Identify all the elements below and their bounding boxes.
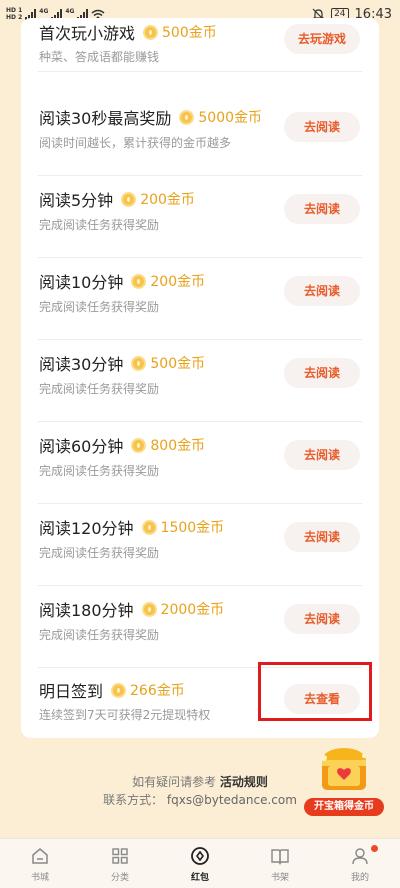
task-desc: 完成阅读任务获得奖励 <box>39 218 160 232</box>
task-title-row: 明日签到 266金币 <box>39 678 185 702</box>
task-title-row: 阅读120分钟 1500金币 <box>39 515 224 539</box>
task-desc: 阅读时间越长，累计获得的金币越多 <box>39 136 232 150</box>
task-desc: 完成阅读任务获得奖励 <box>39 628 160 642</box>
task-row: 阅读30秒最高奖励 5000金币 阅读时间越长，累计获得的金币越多 去阅读 <box>21 94 379 176</box>
nav-label: 我的 <box>350 873 369 883</box>
help-prefix: 如有疑问请参考 <box>132 775 217 789</box>
nav-category[interactable]: 分类 <box>80 839 160 888</box>
task-row: 首次玩小游戏 500金币 种菜、答成语都能赚钱 去玩游戏 <box>21 18 379 94</box>
task-reward: 200金币 <box>140 192 195 208</box>
read-button[interactable]: 去阅读 <box>284 112 360 142</box>
task-desc: 完成阅读任务获得奖励 <box>39 300 160 314</box>
read-button[interactable]: 去阅读 <box>284 194 360 224</box>
book-icon <box>271 849 289 865</box>
task-desc: 完成阅读任务获得奖励 <box>39 382 160 396</box>
task-title-row: 阅读60分钟 800金币 <box>39 433 205 457</box>
nav-label: 书城 <box>30 873 49 883</box>
task-reward: 800金币 <box>150 438 206 454</box>
nav-redpacket[interactable]: 红包 <box>160 839 240 888</box>
task-title-row: 阅读10分钟 200金币 <box>39 269 205 293</box>
task-title-row: 阅读30分钟 500金币 <box>39 351 205 375</box>
highlight-box <box>258 662 372 721</box>
coin-icon <box>191 847 209 865</box>
task-row: 阅读30分钟 500金币 完成阅读任务获得奖励 去阅读 <box>21 340 379 422</box>
nav-bookshelf[interactable]: 书架 <box>240 839 320 888</box>
coin-icon <box>131 355 147 371</box>
read-button[interactable]: 去阅读 <box>284 522 360 552</box>
notification-dot <box>371 845 378 852</box>
coin-icon <box>131 437 147 453</box>
task-title: 首次玩小游戏 <box>39 24 136 43</box>
coin-icon <box>121 191 137 207</box>
contact-prefix: 联系方式： <box>103 793 164 807</box>
coin-icon <box>131 273 147 289</box>
task-title: 阅读120分钟 <box>39 519 134 538</box>
task-title-row: 阅读5分钟 200金币 <box>39 187 195 211</box>
grid-icon <box>112 848 128 864</box>
task-title-row: 阅读30秒最高奖励 5000金币 <box>39 105 262 129</box>
sim-labels: HD 1 HD 2 <box>6 7 22 21</box>
nav-bookstore[interactable]: 书城 <box>0 839 80 888</box>
task-reward: 200金币 <box>150 274 206 290</box>
sim2-label: HD 2 <box>6 14 23 21</box>
task-reward: 266金币 <box>130 683 185 699</box>
play-game-button[interactable]: 去玩游戏 <box>284 24 360 54</box>
chest-label: 开宝箱得金币 <box>304 798 384 816</box>
task-row: 阅读60分钟 800金币 完成阅读任务获得奖励 去阅读 <box>21 422 379 504</box>
task-reward: 2000金币 <box>160 602 225 618</box>
treasure-chest-icon <box>321 748 366 790</box>
nav-mine[interactable]: 我的 <box>320 839 400 888</box>
coin-icon <box>141 519 157 535</box>
sim1-label: HD 1 <box>6 7 23 14</box>
task-reward: 1500金币 <box>160 520 225 536</box>
task-reward: 500金币 <box>150 356 206 372</box>
task-desc: 完成阅读任务获得奖励 <box>39 464 160 478</box>
task-row: 阅读180分钟 2000金币 完成阅读任务获得奖励 去阅读 <box>21 586 379 668</box>
contact-email: fqxs@bytedance.com <box>166 793 297 807</box>
user-icon <box>352 848 368 865</box>
nav-label: 分类 <box>110 873 129 883</box>
task-reward: 5000金币 <box>198 110 263 126</box>
task-desc: 种菜、答成语都能赚钱 <box>39 50 160 64</box>
coin-icon <box>111 682 127 698</box>
task-desc: 完成阅读任务获得奖励 <box>39 546 160 560</box>
task-title: 明日签到 <box>39 682 104 701</box>
nav-label: 书架 <box>270 873 289 883</box>
task-card: 首次玩小游戏 500金币 种菜、答成语都能赚钱 去玩游戏 阅读30秒最高奖励 5… <box>21 18 379 738</box>
task-title: 阅读5分钟 <box>39 191 114 210</box>
read-button[interactable]: 去阅读 <box>284 276 360 306</box>
task-reward: 500金币 <box>162 25 217 41</box>
coin-icon <box>141 601 157 617</box>
read-button[interactable]: 去阅读 <box>284 604 360 634</box>
bottom-nav: 书城 分类 红包 书架 我的 <box>0 838 400 888</box>
task-desc: 连续签到7天可获得2元提现特权 <box>39 708 211 722</box>
task-row: 阅读120分钟 1500金币 完成阅读任务获得奖励 去阅读 <box>21 504 379 586</box>
rules-link[interactable]: 活动规则 <box>220 775 268 789</box>
nav-label: 红包 <box>190 873 209 883</box>
coin-icon <box>179 109 195 125</box>
network-type: 4G <box>39 7 49 15</box>
coin-icon <box>143 24 159 40</box>
read-button[interactable]: 去阅读 <box>284 358 360 388</box>
home-icon <box>32 848 48 864</box>
task-title-row: 阅读180分钟 2000金币 <box>39 597 224 621</box>
divider <box>38 71 362 72</box>
task-title: 阅读180分钟 <box>39 601 134 620</box>
task-title: 阅读30秒最高奖励 <box>39 109 172 128</box>
task-title: 阅读10分钟 <box>39 273 124 292</box>
network-type-2: 4G <box>65 7 75 15</box>
task-title: 阅读60分钟 <box>39 437 124 456</box>
treasure-chest-widget[interactable]: 开宝箱得金币 <box>300 740 400 820</box>
task-row: 阅读10分钟 200金币 完成阅读任务获得奖励 去阅读 <box>21 258 379 340</box>
task-title-row: 首次玩小游戏 500金币 <box>39 20 217 44</box>
task-title: 阅读30分钟 <box>39 355 124 374</box>
read-button[interactable]: 去阅读 <box>284 440 360 470</box>
task-row: 阅读5分钟 200金币 完成阅读任务获得奖励 去阅读 <box>21 176 379 258</box>
